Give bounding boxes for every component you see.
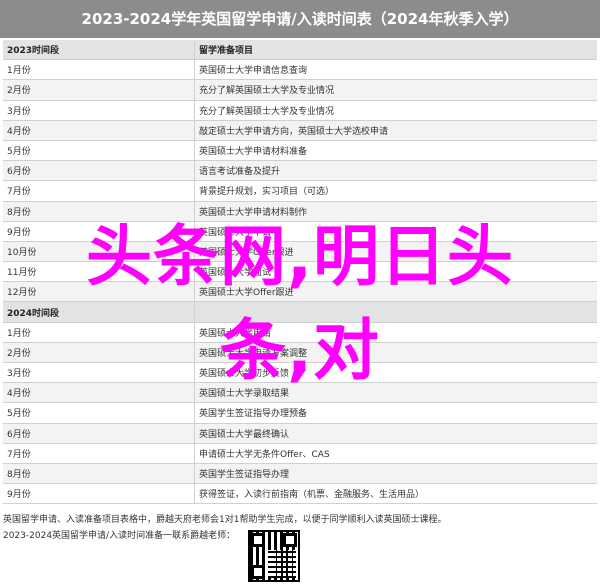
table-row: 1月份 英国硕士大学申请 [3, 322, 597, 343]
table-row: 4月份 敲定硕士大学申请方向，英国硕士大学选校申请 [3, 120, 597, 141]
cell-time: 9月份 [3, 483, 195, 505]
qr-code [248, 530, 300, 582]
cell-time: 1月份 [3, 59, 195, 81]
cell-time: 11月份 [3, 261, 195, 283]
cell-time: 2月份 [3, 79, 195, 101]
cell-item: 语言考试准备及提升 [194, 160, 597, 182]
table-row: 5月份 英国硕士大学申请材料准备 [3, 140, 597, 162]
table-row: 7月份 背景提升规划，实习项目（可选） [3, 180, 597, 202]
cell-item: 敲定硕士大学申请方向，英国硕士大学选校申请 [194, 120, 597, 141]
table-row: 3月份 充分了解英国硕士大学及专业情况 [3, 100, 597, 121]
table-row: 7月份 申请硕士大学无条件Offer、CAS [3, 443, 597, 464]
cell-item: 英国硕士大学申请 [194, 322, 597, 343]
cell-time: 6月份 [3, 160, 195, 182]
cell-time: 10月份 [3, 241, 195, 263]
cell-time: 6月份 [3, 423, 195, 444]
cell-item: 英国硕士大学录取结果 [194, 382, 597, 404]
cell-item: 获得签证，入读行前指南（机票、金融服务、生活用品） [194, 483, 597, 505]
cell-item: 英国硕士大学面试 [194, 261, 597, 283]
cell-time: 2024时间段 [3, 301, 195, 323]
footnote-1: 英国留学申请、入读准备项目表格中，爵越天府老师会1对1帮助学生完成，以便于同学顺… [3, 515, 447, 525]
cell-time: 5月份 [3, 140, 195, 162]
cell-item: 充分了解英国硕士大学及专业情况 [194, 100, 597, 121]
header-time: 2023时间段 [3, 40, 195, 61]
table-row: 4月份 英国硕士大学录取结果 [3, 382, 597, 404]
cell-time: 4月份 [3, 382, 195, 404]
footnotes: 英国留学申请、入读准备项目表格中，爵越天府老师会1对1帮助学生完成，以便于同学顺… [3, 512, 463, 544]
schedule-page: 2023-2024学年英国留学申请/入读时间表（2024年秋季入学） 2023时… [0, 0, 600, 584]
cell-item: 英国硕士大学Offer跟进 [194, 281, 597, 303]
cell-time: 7月份 [3, 443, 195, 464]
table-row: 12月份 英国硕士大学Offer跟进 [3, 281, 597, 303]
section-header-row: 2024时间段 [3, 301, 597, 323]
table-row: 6月份 英国硕士大学最终确认 [3, 423, 597, 444]
table-row: 8月份 英国硕士大学申请材料制作 [3, 201, 597, 222]
table-row: 1月份 英国硕士大学申请信息查询 [3, 59, 597, 81]
table-row: 5月份 英国学生签证指导办理预备 [3, 402, 597, 424]
cell-item: 英国学生签证指导办理预备 [194, 402, 597, 424]
cell-time: 5月份 [3, 402, 195, 424]
table-header-row: 2023时间段 留学准备项目 [3, 40, 597, 61]
cell-time: 3月份 [3, 100, 195, 121]
cell-time: 1月份 [3, 322, 195, 343]
table-row: 6月份 语言考试准备及提升 [3, 160, 597, 182]
cell-item: 英国硕士大学申请材料制作 [194, 201, 597, 222]
table-row: 2月份 英国硕士大学申请方案调整 [3, 342, 597, 364]
cell-item: 英国硕士大学申请 [194, 221, 597, 242]
table-row: 9月份 获得签证，入读行前指南（机票、金融服务、生活用品） [3, 483, 597, 505]
cell-item: 英国学生签证指导办理 [194, 463, 597, 485]
cell-item: 英国硕士大学Offer跟进 [194, 241, 597, 263]
table-row: 8月份 英国学生签证指导办理 [3, 463, 597, 485]
table-row: 2月份 充分了解英国硕士大学及专业情况 [3, 79, 597, 101]
page-title: 2023-2024学年英国留学申请/入读时间表（2024年秋季入学） [0, 0, 600, 38]
cell-item: 背景提升规划，实习项目（可选） [194, 180, 597, 202]
cell-time: 8月份 [3, 463, 195, 485]
cell-item: 充分了解英国硕士大学及专业情况 [194, 79, 597, 101]
cell-item: 英国硕士大学最终确认 [194, 423, 597, 444]
cell-item: 英国硕士大学申请材料准备 [194, 140, 597, 162]
cell-item [194, 301, 597, 323]
cell-time: 12月份 [3, 281, 195, 303]
table-row: 9月份 英国硕士大学申请 [3, 221, 597, 242]
cell-time: 2月份 [3, 342, 195, 364]
cell-time: 7月份 [3, 180, 195, 202]
cell-item: 英国硕士大学申请信息查询 [194, 59, 597, 81]
header-item: 留学准备项目 [194, 40, 597, 61]
table-row: 10月份 英国硕士大学Offer跟进 [3, 241, 597, 263]
cell-time: 4月份 [3, 120, 195, 141]
schedule-table: 2023时间段 留学准备项目 1月份 英国硕士大学申请信息查询 2月份 充分了解英国硕… [3, 40, 597, 505]
cell-time: 8月份 [3, 201, 195, 222]
cell-time: 9月份 [3, 221, 195, 242]
table-row: 3月份 英国硕士大学初步反馈 [3, 362, 597, 384]
footnote-2: 2023-2024英国留学申请/入读时间准备一联系爵越老师： [3, 531, 236, 541]
table-row: 11月份 英国硕士大学面试 [3, 261, 597, 283]
cell-item: 英国硕士大学初步反馈 [194, 362, 597, 384]
cell-item: 申请硕士大学无条件Offer、CAS [194, 443, 597, 464]
cell-item: 英国硕士大学申请方案调整 [194, 342, 597, 364]
cell-time: 3月份 [3, 362, 195, 384]
